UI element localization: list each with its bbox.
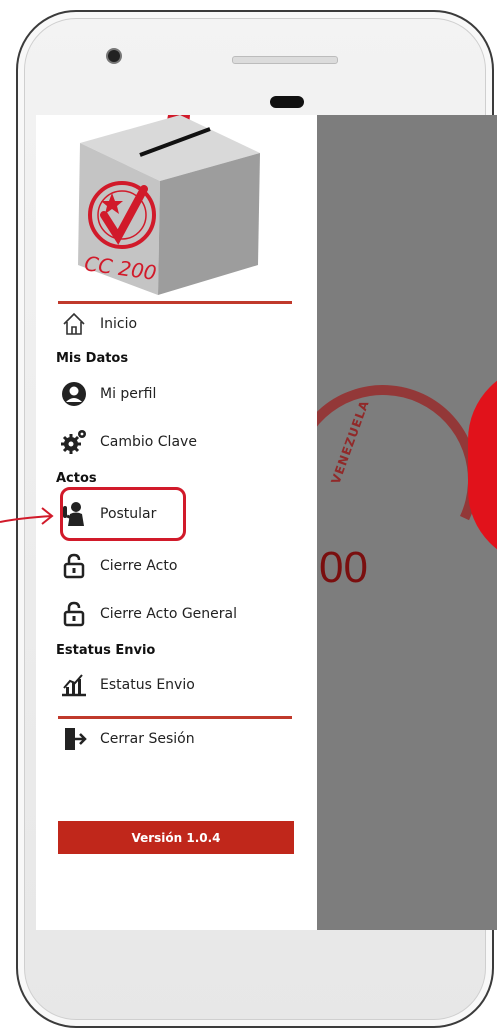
footer-divider [58,716,292,719]
menu-item-estatus-envio[interactable]: Estatus Envio [58,668,195,702]
postular-highlight-box [60,487,186,541]
background-logo-number: 00 [319,543,368,592]
front-camera [108,50,120,62]
speaker-grille [232,56,338,64]
menu-item-label: Cerrar Sesión [100,731,195,747]
gears-icon [58,426,90,458]
menu-item-cerrar-sesion[interactable]: Cerrar Sesión [58,722,195,756]
logout-door-icon [58,723,90,755]
earpiece [270,96,304,108]
version-button[interactable]: Versión 1.0.4 [58,821,294,854]
menu-item-cierre-acto[interactable]: Cierre Acto [58,549,177,583]
annotation-arrow-icon [0,507,54,525]
menu-item-cambio-clave[interactable]: Cambio Clave [58,425,197,459]
home-icon [58,308,90,340]
menu-item-mi-perfil[interactable]: Mi perfil [58,377,156,411]
app-screen: VENEZUELA 00 CC 200 Inicio Mis Datos Mi … [36,115,497,930]
menu-item-cierre-acto-general[interactable]: Cierre Acto General [58,597,237,631]
section-estatus-envio: Estatus Envio [56,643,156,658]
user-circle-icon [58,378,90,410]
header-divider [58,301,292,304]
menu-item-label: Cambio Clave [100,434,197,450]
navigation-drawer: CC 200 Inicio Mis Datos Mi perfil Cambio… [36,115,317,930]
menu-item-inicio[interactable]: Inicio [58,307,137,341]
section-actos: Actos [56,471,97,486]
ballot-box-logo: CC 200 [78,115,260,295]
menu-item-label: Inicio [100,316,138,332]
menu-item-label: Cierre Acto General [100,606,238,622]
section-mis-datos: Mis Datos [56,351,129,366]
menu-item-label: Mi perfil [100,386,157,402]
unlock-icon [58,550,90,582]
menu-item-label: Estatus Envio [100,677,195,693]
menu-item-label: Cierre Acto [100,558,178,574]
bar-chart-icon [58,669,90,701]
background-red-shape [468,365,497,565]
unlock-icon [58,598,90,630]
